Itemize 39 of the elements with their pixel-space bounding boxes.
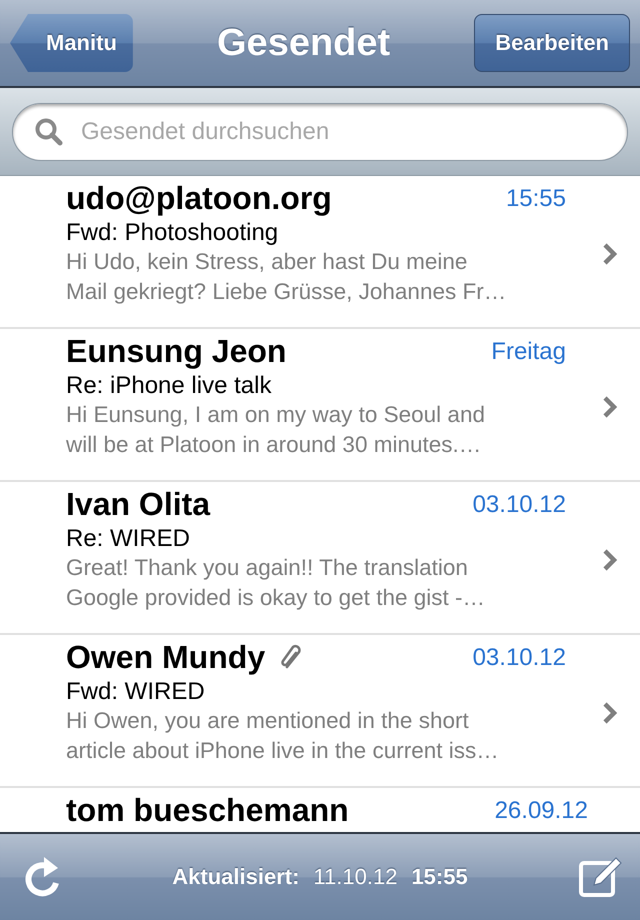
message-preview: Google provided is okay to get the gist -… [66, 584, 486, 612]
message-preview: Great! Thank you again!! The translation [66, 554, 469, 582]
sender-name: tom bueschemann [66, 792, 349, 829]
message-row[interactable]: Ivan Olita 03.10.12 Re: WIRED Great! Thank you again!! The translation Google provided is okay to get the gist -… [0, 482, 640, 635]
updated-label: Aktualisiert: [172, 864, 300, 890]
sender-name: Owen Mundy [66, 639, 266, 676]
message-row[interactable]: Eunsung Jeon Freitag Re: iPhone live talk Hi Eunsung, I am on my way to Seoul and will be at Platoon in around 30 minutes.… [0, 329, 640, 482]
message-date: 03.10.12 [472, 490, 567, 518]
message-preview: Hi Owen, you are mentioned in the short [66, 707, 470, 735]
message-date: 03.10.12 [472, 644, 567, 672]
message-preview: Hi Eunsung, I am on my way to Seoul and [66, 401, 486, 429]
message-preview: will be at Platoon in around 30 minutes.… [66, 431, 482, 459]
chevron-icon [602, 700, 618, 724]
window-title: Gesendet [216, 22, 392, 64]
sender-name: Eunsung Jeon [66, 333, 286, 370]
message-row[interactable]: udo@platoon.org 15:55 Fwd: Photoshooting Hi Udo, kein Stress, aber hast Du meine Mail gekriegt? Liebe Grüsse, Johannes Fr… [0, 176, 640, 329]
chevron-icon [602, 548, 618, 572]
search-icon [34, 116, 64, 146]
search-field[interactable]: Gesendet durchsuchen [12, 102, 628, 160]
message-preview: Mail gekriegt? Liebe Grüsse, Johannes Fr… [66, 278, 508, 306]
compose-icon[interactable] [578, 856, 622, 898]
updated-time: 15:55 [411, 864, 468, 890]
message-date: 15:55 [506, 184, 567, 212]
updated-date: 11.10.12 [313, 864, 398, 890]
message-date: Freitag [491, 338, 567, 366]
message-subject: Re: iPhone live talk [66, 372, 272, 400]
sender-name: udo@platoon.org [66, 180, 332, 217]
message-preview: article about iPhone live in the current iss… [66, 737, 500, 765]
sender-name: Ivan Olita [66, 486, 210, 523]
message-subject: Fwd: Photoshooting [66, 219, 280, 247]
message-subject: Fwd: WIRED [66, 678, 206, 706]
chevron-icon [602, 242, 618, 266]
message-date: 26.09.12 [494, 796, 589, 824]
edit-button[interactable]: Bearbeiten [474, 14, 630, 72]
message-subject: Re: WIRED [66, 525, 192, 553]
message-preview: Hi Udo, kein Stress, aber hast Du meine [66, 248, 468, 276]
chevron-icon [602, 394, 618, 418]
message-row[interactable]: Owen Mundy 03.10.12 Fwd: WIRED Hi Owen, you are mentioned in the short article about iPhone live in the current iss… [0, 635, 640, 788]
back-button[interactable]: Manitu [10, 14, 133, 72]
